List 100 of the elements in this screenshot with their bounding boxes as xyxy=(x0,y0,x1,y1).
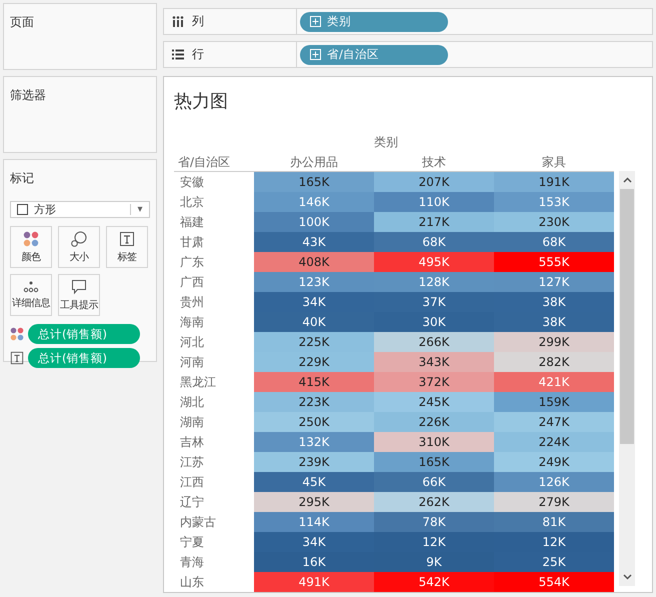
row-label: 内蒙古 xyxy=(179,514,217,531)
row-label: 江苏 xyxy=(179,454,205,471)
heat-cell: 554K xyxy=(494,572,614,592)
columns-icon xyxy=(172,16,184,27)
row-label: 安徽 xyxy=(179,174,205,191)
heat-cell: 81K xyxy=(494,512,614,532)
heat-cell: 223K xyxy=(254,392,374,412)
row-label: 甘肃 xyxy=(179,234,205,251)
heat-cell: 25K xyxy=(494,552,614,572)
size-card[interactable]: 大小 xyxy=(58,226,100,268)
square-icon xyxy=(17,204,28,215)
heat-cell: 217K xyxy=(374,212,494,232)
heat-cell: 146K xyxy=(254,192,374,212)
text-icon xyxy=(119,230,135,246)
row-label: 北京 xyxy=(179,194,205,211)
row-label: 宁夏 xyxy=(179,534,205,551)
heat-cell: 66K xyxy=(374,472,494,492)
heat-cell: 43K xyxy=(254,232,374,252)
heat-cell: 12K xyxy=(494,532,614,552)
heat-cell: 250K xyxy=(254,412,374,432)
heat-cell: 68K xyxy=(374,232,494,252)
label-card[interactable]: 标签 xyxy=(106,226,148,268)
heat-cell: 421K xyxy=(494,372,614,392)
circles-icon xyxy=(71,230,87,246)
column-group-header: 类别 xyxy=(374,134,398,151)
heat-cell: 12K xyxy=(374,532,494,552)
text-icon xyxy=(10,351,24,365)
heat-cell: 132K xyxy=(254,432,374,452)
heat-cell: 262K xyxy=(374,492,494,512)
dots-icon xyxy=(23,230,39,246)
column-header: 家具 xyxy=(541,154,567,171)
row-label: 河北 xyxy=(179,334,205,351)
heat-cell: 30K xyxy=(374,312,494,332)
heat-cell: 239K xyxy=(254,452,374,472)
scroll-up-icon[interactable] xyxy=(622,177,632,183)
heat-cell: 372K xyxy=(374,372,494,392)
row-label: 辽宁 xyxy=(179,494,205,511)
heat-cell: 225K xyxy=(254,332,374,352)
row-label: 吉林 xyxy=(179,434,205,451)
heat-cell: 34K xyxy=(254,532,374,552)
column-header: 技术 xyxy=(421,154,447,171)
row-label: 广东 xyxy=(179,254,205,271)
heat-cell: 295K xyxy=(254,492,374,512)
heat-cell: 9K xyxy=(374,552,494,572)
tooltip-card[interactable]: 工具提示 xyxy=(58,274,100,316)
heat-cell: 165K xyxy=(254,172,374,192)
heat-cell: 247K xyxy=(494,412,614,432)
heat-cell: 16K xyxy=(254,552,374,572)
heat-cell: 114K xyxy=(254,512,374,532)
speech-bubble-icon xyxy=(71,278,87,294)
heat-cell: 491K xyxy=(254,572,374,592)
heat-cell: 542K xyxy=(374,572,494,592)
heat-cell: 127K xyxy=(494,272,614,292)
heat-cell: 45K xyxy=(254,472,374,492)
color-card[interactable]: 颜色 xyxy=(10,226,52,268)
heat-cell: 230K xyxy=(494,212,614,232)
heat-cell: 282K xyxy=(494,352,614,372)
shelf-label: 行 xyxy=(192,46,204,63)
heat-cell: 38K xyxy=(494,312,614,332)
heat-cell: 249K xyxy=(494,452,614,472)
heat-cell: 126K xyxy=(494,472,614,492)
heat-cell: 110K xyxy=(374,192,494,212)
heat-cell: 153K xyxy=(494,192,614,212)
row-label: 山东 xyxy=(179,574,205,591)
heat-cell: 299K xyxy=(494,332,614,352)
row-label: 河南 xyxy=(179,354,205,371)
expand-icon xyxy=(310,49,321,60)
scroll-down-icon[interactable] xyxy=(622,574,632,580)
heat-cell: 224K xyxy=(494,432,614,452)
row-label: 江西 xyxy=(179,474,205,491)
dots-icon xyxy=(23,280,39,292)
expand-icon xyxy=(310,16,321,27)
heat-cell: 34K xyxy=(254,292,374,312)
column-header: 办公用品 xyxy=(289,154,339,171)
heat-cell: 415K xyxy=(254,372,374,392)
heat-cell: 78K xyxy=(374,512,494,532)
row-label: 黑龙江 xyxy=(179,374,217,391)
row-label: 湖南 xyxy=(179,414,205,431)
detail-card[interactable]: 详细信息 xyxy=(10,274,52,316)
heat-cell: 226K xyxy=(374,412,494,432)
heat-cell: 245K xyxy=(374,392,494,412)
heat-cell: 40K xyxy=(254,312,374,332)
heat-cell: 159K xyxy=(494,392,614,412)
heat-cell: 100K xyxy=(254,212,374,232)
row-label: 湖北 xyxy=(179,394,205,411)
dots-icon xyxy=(10,327,24,341)
heat-cell: 165K xyxy=(374,452,494,472)
heat-cell: 37K xyxy=(374,292,494,312)
shelf-label: 列 xyxy=(192,13,204,30)
heat-cell: 343K xyxy=(374,352,494,372)
row-label: 贵州 xyxy=(179,294,205,311)
scrollbar[interactable] xyxy=(619,171,635,586)
heat-cell: 191K xyxy=(494,172,614,192)
filters-title: 筛选器 xyxy=(10,87,46,104)
mark-type-dropdown[interactable]: 方形 ▾ xyxy=(10,201,150,218)
row-label: 广西 xyxy=(179,274,205,291)
heat-cell: 229K xyxy=(254,352,374,372)
heat-cell: 207K xyxy=(374,172,494,192)
row-label: 福建 xyxy=(179,214,205,231)
heat-cell: 555K xyxy=(494,252,614,272)
